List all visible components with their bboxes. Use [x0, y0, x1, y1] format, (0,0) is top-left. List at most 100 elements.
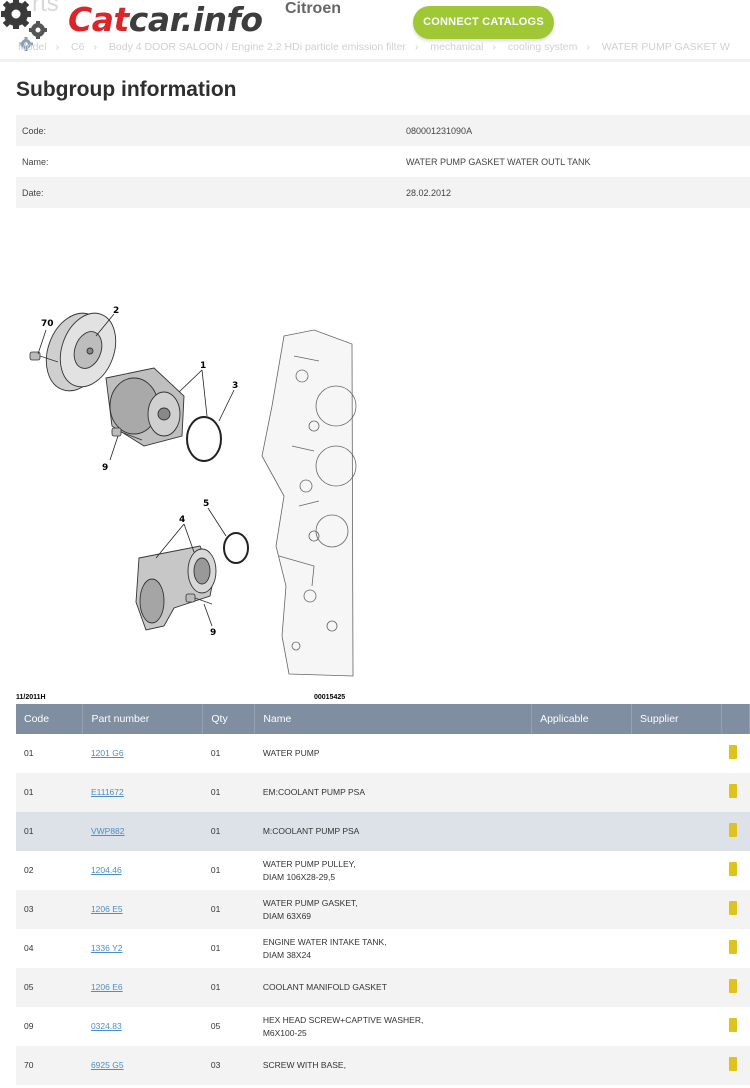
part-number-link[interactable]: VWP882	[91, 826, 125, 836]
part-supplier	[631, 929, 722, 968]
part-code: 01	[16, 734, 83, 773]
cart-icon[interactable]	[729, 1017, 738, 1032]
part-applicable	[531, 890, 632, 929]
part-code: 01	[16, 812, 83, 851]
part-name-line1: EM:COOLANT PUMP PSA	[262, 787, 366, 797]
part-number-cell: 6925 G5	[82, 1046, 203, 1085]
part-number-cell: 1336 Y2	[82, 929, 203, 968]
water-intake-tank	[135, 545, 217, 631]
part-qty: 01	[202, 812, 255, 851]
part-number-link[interactable]: 1204.46	[91, 865, 122, 875]
part-qty: 01	[202, 734, 255, 773]
connect-catalogs-button[interactable]: CONNECT CATALOGS	[413, 6, 554, 39]
part-name-line2: DIAM 63X69	[262, 910, 312, 921]
part-number-link[interactable]: 1206 E5	[91, 904, 123, 914]
info-row-name: Name: WATER PUMP GASKET WATER OUTL TANK	[16, 146, 750, 177]
logo-cat-text: Cat	[68, 0, 129, 39]
part-name-line1: WATER PUMP PULLEY,	[262, 858, 356, 869]
part-number-link[interactable]: 1336 Y2	[91, 943, 123, 953]
breadcrumb-cooling[interactable]: cooling system	[508, 41, 577, 53]
part-name-line2: M6X100-25	[262, 1027, 307, 1038]
column-header-part-number[interactable]: Part number	[82, 704, 204, 734]
gasket-5	[223, 532, 249, 564]
breadcrumb-model[interactable]: Model	[18, 41, 47, 53]
logo-rest-text: car.info	[128, 0, 263, 39]
part-code: 05	[16, 968, 83, 1007]
part-cart-cell	[721, 929, 750, 968]
column-header-name[interactable]: Name	[254, 704, 533, 734]
part-applicable	[531, 1007, 632, 1046]
cart-icon[interactable]	[729, 939, 738, 954]
site-header: rts Catcar.info Citroen CONNECT CATALOGS…	[0, 0, 750, 62]
part-supplier	[631, 1007, 722, 1046]
breadcrumb-mechanical[interactable]: mechanical	[430, 41, 483, 53]
table-row[interactable]: 70 6925 G5 03 SCREW WITH BASE,	[16, 1046, 750, 1085]
part-supplier	[631, 1046, 722, 1085]
callout-9-upper: 9	[102, 463, 108, 473]
engine-block-drawing	[261, 329, 357, 677]
part-name: COOLANT MANIFOLD GASKET	[254, 968, 532, 1007]
part-number-link[interactable]: 6925 G5	[91, 1060, 124, 1070]
part-qty: 05	[202, 1007, 255, 1046]
brand-name[interactable]: Citroen	[285, 0, 341, 18]
callout-3: 3	[232, 381, 238, 391]
part-name-line2: DIAM 106X28-29,5	[262, 871, 336, 882]
part-name: M:COOLANT PUMP PSA	[254, 812, 532, 851]
table-row[interactable]: 05 1206 E6 01 COOLANT MANIFOLD GASKET	[16, 968, 750, 1007]
table-row[interactable]: 09 0324.83 05 HEX HEAD SCREW+CAPTIVE WASHER…	[16, 1007, 750, 1046]
table-row[interactable]: 01 1201 G6 01 WATER PUMP	[16, 734, 750, 773]
cart-icon[interactable]	[729, 900, 738, 915]
info-row-date: Date: 28.02.2012	[16, 177, 750, 208]
part-name: WATER PUMP	[254, 734, 532, 773]
part-applicable	[531, 734, 632, 773]
part-number-cell: 0324.83	[82, 1007, 203, 1046]
column-header-supplier[interactable]: Supplier	[631, 704, 722, 734]
parts-diagram[interactable]: 70 2 1 3 9 5 4 9	[14, 296, 359, 706]
callout-5: 5	[203, 499, 209, 509]
column-header-applicable[interactable]: Applicable	[531, 704, 633, 734]
part-number-cell: 1206 E5	[82, 890, 203, 929]
cart-icon[interactable]	[729, 744, 738, 759]
cart-icon[interactable]	[729, 822, 738, 837]
breadcrumb-body[interactable]: Body 4 DOOR SALOON / Engine 2.2 HDi part…	[109, 41, 406, 53]
part-name-line1: ENGINE WATER INTAKE TANK,	[262, 936, 387, 947]
part-applicable	[531, 929, 632, 968]
part-number-link[interactable]: E111672	[91, 787, 124, 797]
part-supplier	[631, 968, 722, 1007]
info-value: WATER PUMP GASKET WATER OUTL TANK	[406, 156, 591, 167]
table-row[interactable]: 02 1204.46 01 WATER PUMP PULLEY, DIAM 106X28…	[16, 851, 750, 890]
table-row[interactable]: 01 VWP882 01 M:COOLANT PUMP PSA	[16, 812, 750, 851]
cart-icon[interactable]	[729, 861, 738, 876]
part-cart-cell	[721, 968, 750, 1007]
part-cart-cell	[721, 1007, 750, 1046]
part-qty: 01	[202, 890, 255, 929]
part-number-cell: 1204.46	[82, 851, 203, 890]
cart-icon[interactable]	[729, 1056, 738, 1071]
table-row[interactable]: 01 E111672 01 EM:COOLANT PUMP PSA	[16, 773, 750, 812]
cart-icon[interactable]	[729, 783, 738, 798]
part-number-link[interactable]: 1206 E6	[91, 982, 123, 992]
site-logo[interactable]: Catcar.info	[68, 0, 263, 39]
column-header-code[interactable]: Code	[16, 704, 84, 734]
callout-4: 4	[179, 515, 185, 525]
part-qty: 03	[202, 1046, 255, 1085]
table-row[interactable]: 03 1206 E5 01 WATER PUMP GASKET, DIAM 63X69	[16, 890, 750, 929]
table-row[interactable]: 04 1336 Y2 01 ENGINE WATER INTAKE TANK, DIAM…	[16, 929, 750, 968]
info-label: Code:	[22, 125, 47, 136]
part-name-line1: COOLANT MANIFOLD GASKET	[262, 982, 387, 992]
breadcrumb-current: WATER PUMP GASKET W	[601, 41, 730, 53]
cart-icon[interactable]	[729, 978, 738, 993]
part-name-line1: SCREW WITH BASE,	[262, 1060, 346, 1070]
info-row-code: Code: 080001231090A	[16, 115, 750, 146]
breadcrumb-c6[interactable]: C6	[71, 41, 84, 53]
part-name: SCREW WITH BASE,	[254, 1046, 532, 1085]
part-code: 04	[16, 929, 83, 968]
part-qty: 01	[202, 929, 255, 968]
part-applicable	[531, 812, 632, 851]
part-number-link[interactable]: 1201 G6	[91, 748, 124, 758]
part-code: 09	[16, 1007, 83, 1046]
column-header-qty[interactable]: Qty	[202, 704, 256, 734]
info-label: Date:	[22, 187, 44, 198]
part-qty: 01	[202, 851, 255, 890]
part-number-link[interactable]: 0324.83	[91, 1021, 122, 1031]
